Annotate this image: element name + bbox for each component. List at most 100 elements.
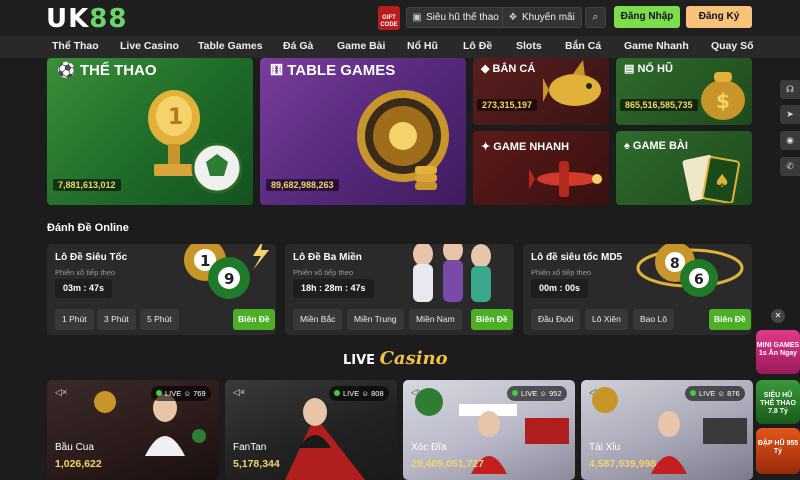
tile-table-games[interactable]: ⚅ TABLE GAMES 89,682,988,263	[260, 58, 466, 205]
tile-game-nhanh-title: ✦ GAME NHANH	[481, 140, 569, 153]
svg-text:$: $	[716, 89, 730, 113]
cards-icon: ♠	[624, 140, 630, 152]
nav-item-quay-so[interactable]: Quay Số	[711, 40, 754, 52]
tile-the-thao[interactable]: ⚽ THỂ THAO 1 7,881,613,012	[47, 58, 253, 205]
svg-text:1: 1	[168, 105, 183, 130]
nav-item-da-ga[interactable]: Đá Gà	[283, 40, 313, 52]
lottery-option-mien-bac[interactable]: Miền Bắc	[293, 309, 343, 330]
dice-icon: ⚅	[270, 62, 284, 79]
svg-text:6: 6	[694, 272, 704, 288]
live-card-tai-xiu[interactable]: ◁× LIVE ☺ 876 Tài Xỉu 4,587,939,998	[581, 380, 753, 480]
tile-table-games-label: TABLE GAMES	[287, 62, 396, 79]
tile-no-hu-count: 865,516,585,735	[620, 99, 698, 111]
live-title-script: Casino	[379, 348, 448, 369]
promo-close-icon[interactable]: ✕	[771, 309, 785, 323]
tile-ban-ca[interactable]: ◆ BẮN CÁ 273,315,197	[473, 58, 609, 125]
nav-item-slots[interactable]: Slots	[516, 40, 542, 52]
super-hu-button[interactable]: ▣ Siêu hũ thế thao	[406, 7, 506, 28]
money-bag-illustration: $	[701, 72, 745, 120]
tile-ban-ca-count: 273,315,197	[477, 99, 538, 111]
site-logo[interactable]: UK88	[46, 4, 127, 34]
side-toolbar: ☊ ➤ ◉ ✆	[780, 80, 800, 180]
live-tag: LIVE	[165, 389, 182, 398]
viewer-icon: ☺	[717, 389, 726, 398]
nav-item-ban-ca[interactable]: Bắn Cá	[565, 40, 601, 52]
lottery-option-bao-lo[interactable]: Bao Lô	[633, 309, 674, 330]
lottery-option-mien-trung[interactable]: Miền Trung	[347, 309, 404, 330]
viewer-count: 952	[549, 389, 562, 398]
plane-illustration	[529, 161, 602, 197]
support-headset-icon[interactable]: ☊	[780, 80, 800, 99]
soccer-ball-icon: ⚽	[57, 62, 76, 79]
tile-game-nhanh-label: GAME NHANH	[493, 141, 570, 153]
promo-dap-hu[interactable]: ĐẬP HŨ 955 Tỷ	[756, 428, 800, 474]
login-button[interactable]: Đăng Nhập	[614, 6, 680, 28]
lottery-bet-button[interactable]: Biên Đề	[471, 309, 513, 330]
tile-no-hu[interactable]: ▤ NỔ HŨ $ 865,516,585,735	[616, 58, 752, 125]
lottery-option-dau-duoi[interactable]: Đầu Đuôi	[531, 309, 581, 330]
sound-mute-icon[interactable]: ◁×	[233, 387, 245, 398]
live-dot-icon	[156, 390, 162, 396]
tile-table-games-count: 89,682,988,263	[266, 179, 339, 191]
search-icon: ⌕	[592, 11, 599, 23]
svg-text:8: 8	[670, 256, 680, 272]
lottery-bet-button[interactable]: Biên Đề	[233, 309, 275, 330]
tile-the-thao-title: ⚽ THỂ THAO	[57, 61, 157, 79]
live-casino-title: LIVE Casino	[343, 348, 448, 369]
lottery-option-3-phut[interactable]: 3 Phút	[97, 309, 136, 330]
svg-text:1: 1	[200, 252, 210, 270]
roulette-illustration	[357, 90, 449, 190]
live-jackpot-amount: 5,178,344	[233, 458, 280, 470]
lottery-card-md5: Lô đề siêu tốc MD5 Phiên xổ tiếp theo 00…	[523, 244, 752, 335]
telegram-icon[interactable]: ➤	[780, 105, 800, 124]
phone-icon[interactable]: ✆	[780, 157, 800, 176]
lottery-card-ba-mien: Lô Đề Ba Miền Phiên xổ tiếp theo 18h : 2…	[285, 244, 514, 335]
lottery-card-subtitle: Phiên xổ tiếp theo	[531, 268, 592, 277]
nav-item-the-thao[interactable]: Thể Thao	[52, 40, 99, 52]
live-card-xoc-dia[interactable]: ◁× LIVE ☺ 952 Xóc Đĩa 29,409,051,727	[403, 380, 575, 480]
shark-illustration	[543, 60, 601, 106]
live-jackpot-amount: 1,026,622	[55, 458, 102, 470]
search-button[interactable]: ⌕	[585, 7, 606, 28]
nav-item-lo-de[interactable]: Lô Đề	[463, 40, 492, 52]
lottery-bet-button[interactable]: Biên Đề	[709, 309, 751, 330]
viewer-icon: ☺	[539, 389, 548, 398]
messenger-icon[interactable]: ◉	[780, 131, 800, 150]
lottery-option-1-phut[interactable]: 1 Phút	[55, 309, 94, 330]
nav-item-live-casino[interactable]: Live Casino	[120, 40, 179, 52]
hostesses-illustration	[413, 244, 491, 302]
nav-item-table-games[interactable]: Table Games	[198, 40, 263, 52]
lottery-section-title: Đánh Đề Online	[47, 222, 129, 234]
register-button[interactable]: Đăng Ký	[686, 6, 752, 28]
gift-code-button[interactable]: GIFT CODE	[378, 6, 400, 30]
lottery-card-subtitle: Phiên xổ tiếp theo	[55, 268, 116, 277]
tile-table-games-title: ⚅ TABLE GAMES	[270, 61, 395, 79]
promotion-button[interactable]: ❖ Khuyến mãi	[502, 7, 582, 28]
tile-game-bai-title: ♠ GAME BÀI	[624, 140, 688, 152]
screen-icon: ▣	[412, 12, 422, 23]
tile-no-hu-title: ▤ NỔ HŨ	[624, 62, 673, 75]
nav-item-no-hu[interactable]: Nổ Hũ	[407, 40, 438, 52]
live-title-prefix: LIVE	[343, 353, 376, 368]
lottery-option-5-phut[interactable]: 5 Phút	[140, 309, 179, 330]
live-tag: LIVE	[699, 389, 716, 398]
tile-game-bai[interactable]: ♠ GAME BÀI ♠	[616, 131, 752, 205]
lottery-card-name: Lô đề siêu tốc MD5	[531, 252, 623, 263]
live-jackpot-amount: 4,587,939,998	[589, 458, 657, 470]
tile-game-bai-label: GAME BÀI	[632, 140, 688, 152]
promo-sieu-hu[interactable]: SIÊU HŨ THỂ THAO 7.8 Tỷ	[756, 380, 800, 424]
live-card-bau-cua[interactable]: ◁× LIVE ☺ 769 Bầu Cua 1,026,622	[47, 380, 219, 480]
tile-game-nhanh[interactable]: ✦ GAME NHANH	[473, 131, 609, 205]
lottery-option-lo-xien[interactable]: Lô Xiên	[585, 309, 628, 330]
live-card-fantan[interactable]: ◁× LIVE ☺ 808 FanTan 5,178,344	[225, 380, 397, 480]
promo-mini-games[interactable]: MINI GAMES 1s Ăn Ngay	[756, 330, 800, 374]
live-tag: LIVE	[521, 389, 538, 398]
live-viewers-badge: LIVE ☺ 952	[507, 386, 567, 401]
viewer-icon: ☺	[183, 389, 192, 398]
viewer-count: 769	[193, 389, 206, 398]
lottery-option-mien-nam[interactable]: Miền Nam	[409, 309, 462, 330]
nav-item-game-nhanh[interactable]: Game Nhanh	[624, 40, 689, 52]
live-viewers-badge: LIVE ☺ 808	[329, 386, 389, 401]
nav-item-game-bai[interactable]: Game Bài	[337, 40, 385, 52]
sound-mute-icon[interactable]: ◁×	[55, 387, 67, 398]
